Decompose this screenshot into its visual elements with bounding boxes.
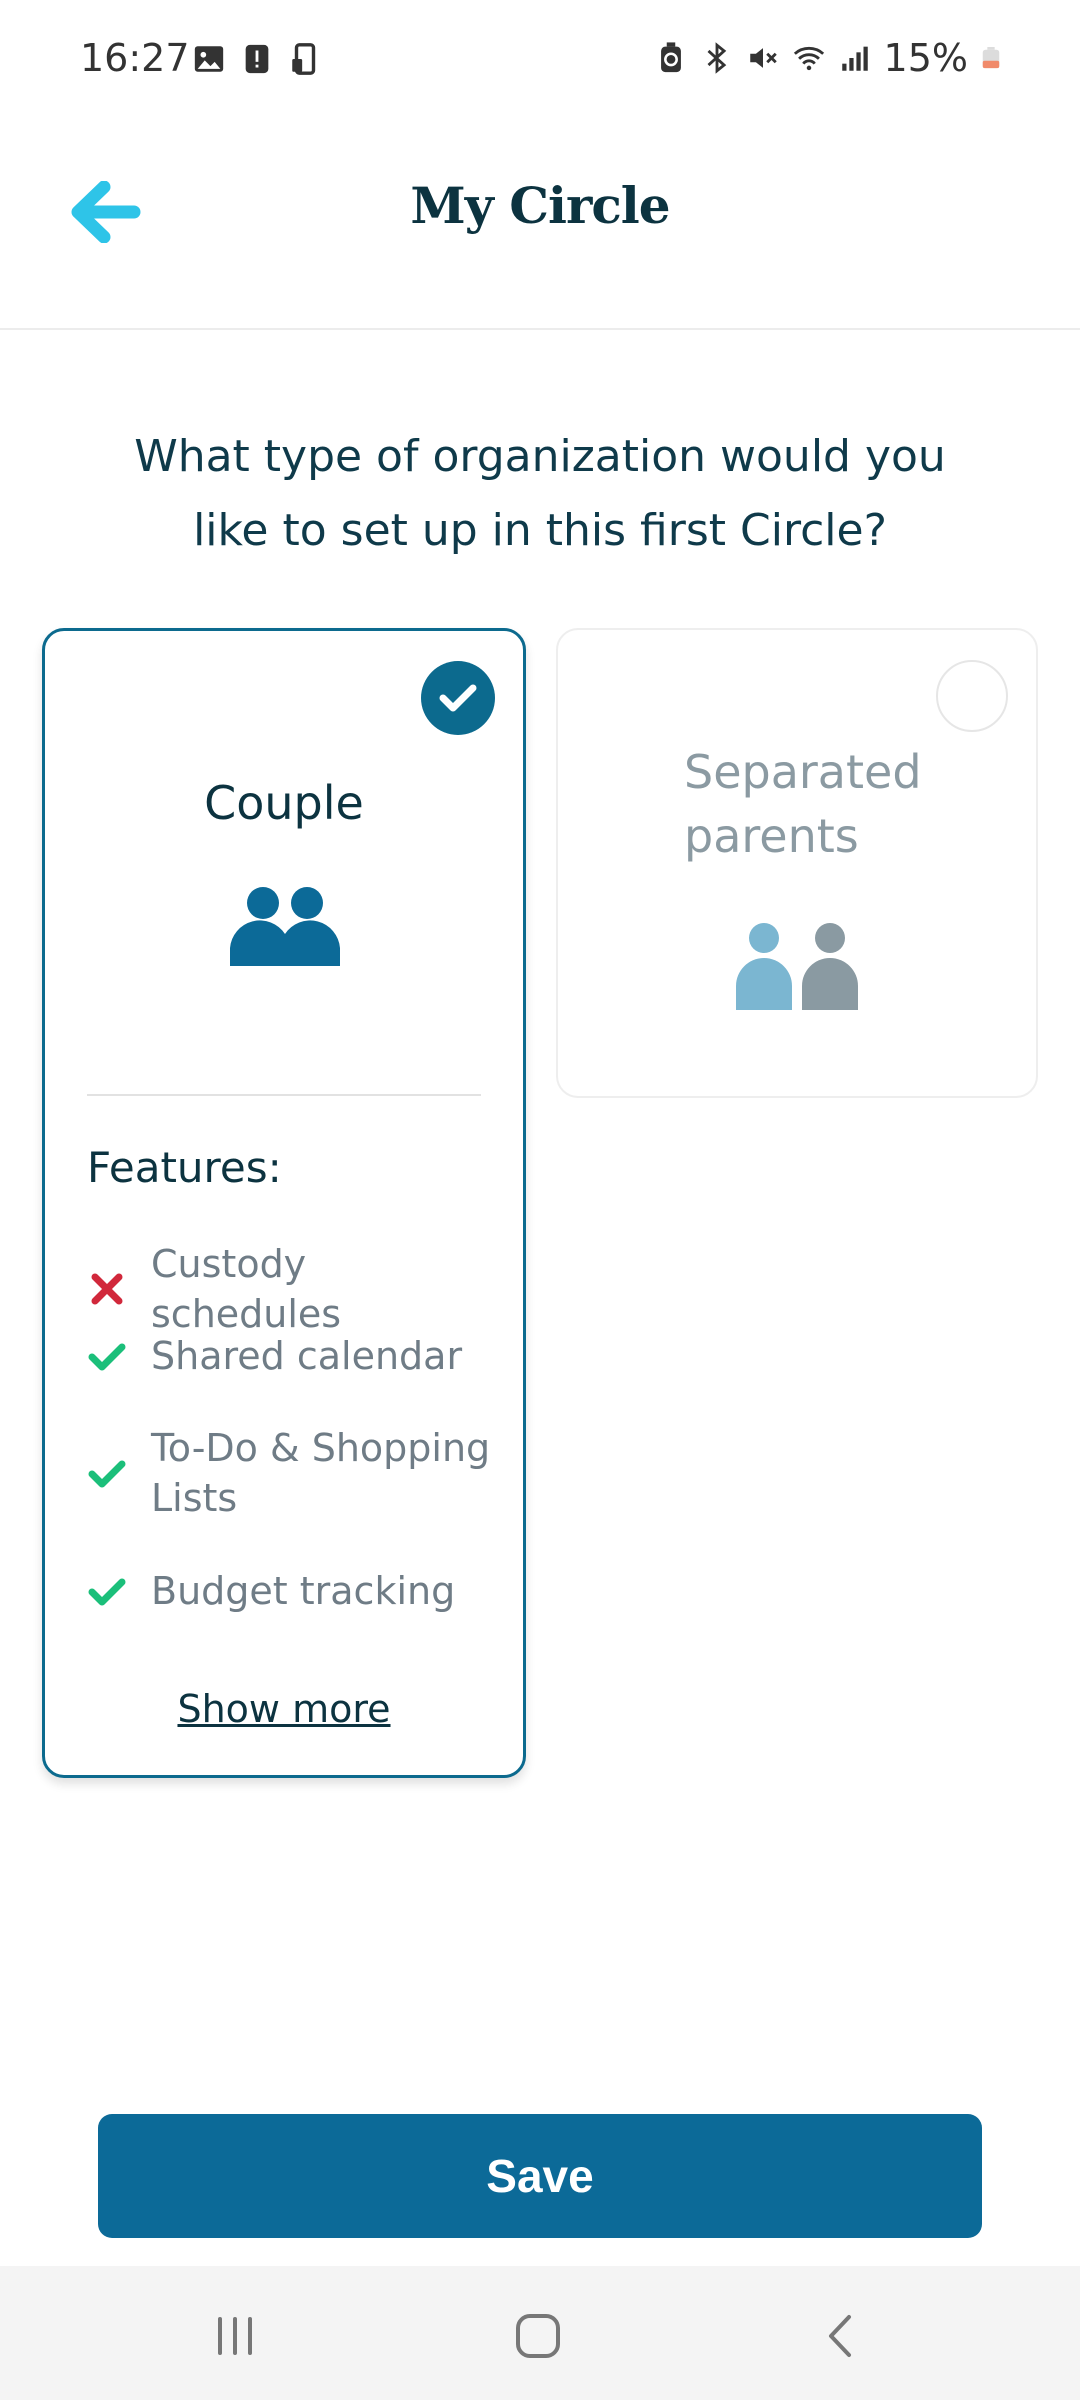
check-icon	[88, 1460, 126, 1488]
check-icon	[88, 1578, 126, 1606]
feature-label: Custody schedules	[151, 1242, 342, 1336]
feature-item: Budget tracking	[87, 1566, 507, 1616]
features-heading: Features:	[87, 1143, 282, 1192]
recents-icon	[218, 2317, 252, 2355]
status-left-icons	[192, 42, 322, 76]
separated-parents-icon	[736, 923, 858, 1010]
page-title: My Circle	[410, 176, 670, 235]
home-icon	[516, 2314, 560, 2358]
battery-percent: 15%	[883, 36, 968, 80]
status-right: 15%	[654, 36, 1002, 80]
signal-icon	[841, 46, 868, 71]
feature-label: Shared calendar	[151, 1334, 463, 1378]
cross-icon	[91, 1273, 123, 1305]
option-card-separated[interactable]: Separated parents	[556, 628, 1038, 1098]
status-time: 16:27	[80, 36, 190, 80]
unselected-radio[interactable]	[936, 660, 1008, 732]
option-title: Couple	[204, 776, 364, 830]
show-more-link[interactable]: Show more	[45, 1687, 523, 1731]
option-card-couple[interactable]: Couple Features: Custody schedules Share…	[42, 628, 526, 1778]
selected-radio[interactable]	[421, 661, 495, 735]
feature-item: Custody schedules	[87, 1239, 507, 1339]
app-header: My Circle	[0, 120, 1080, 330]
feature-item: Shared calendar	[87, 1331, 507, 1381]
check-icon	[439, 684, 477, 712]
feature-label: Budget tracking	[151, 1569, 456, 1613]
mute-icon	[749, 48, 777, 68]
card-divider	[87, 1094, 481, 1096]
alert-icon	[245, 44, 269, 74]
question-text: What type of organization would you like…	[134, 431, 946, 556]
phone-sync-icon	[292, 43, 316, 75]
option-title: Separated parents	[684, 745, 922, 863]
status-bar: 16:27 15%	[0, 0, 1080, 120]
battery-icon	[982, 47, 1000, 69]
couple-icon	[230, 887, 340, 966]
battery-saver-icon	[660, 42, 681, 73]
back-icon	[829, 2315, 851, 2357]
recents-button[interactable]	[195, 2296, 275, 2376]
wifi-icon	[793, 46, 824, 71]
back-nav-button[interactable]	[802, 2296, 882, 2376]
home-button[interactable]	[498, 2296, 578, 2376]
feature-label: To-Do & Shopping Lists	[151, 1426, 491, 1520]
save-button[interactable]: Save	[98, 2114, 982, 2238]
system-nav-bar	[0, 2266, 1080, 2400]
feature-item: To-Do & Shopping Lists	[87, 1423, 507, 1523]
check-icon	[88, 1343, 126, 1371]
gallery-icon	[194, 46, 224, 72]
bluetooth-icon	[707, 42, 726, 74]
